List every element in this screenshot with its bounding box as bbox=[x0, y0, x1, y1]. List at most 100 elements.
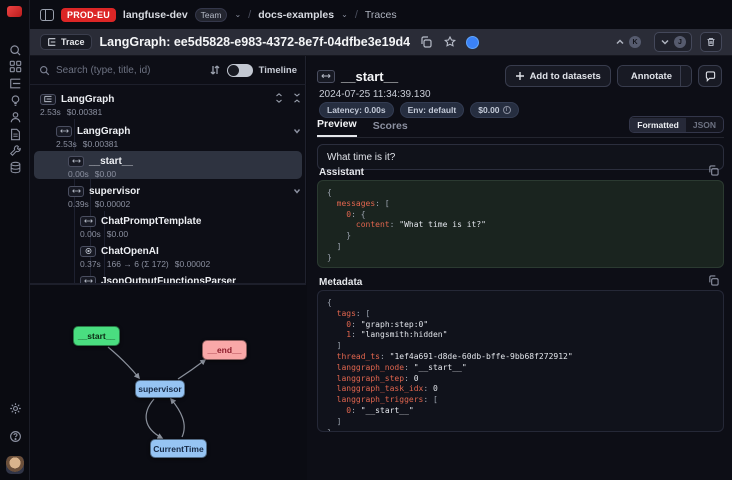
graph-node-supervisor[interactable]: supervisor bbox=[135, 380, 185, 398]
nav-rail bbox=[0, 0, 30, 480]
assistant-output-code[interactable]: { messages: [ 0: { content: "What time i… bbox=[317, 180, 724, 268]
chevron-up-icon bbox=[615, 37, 625, 47]
dashboard-icon[interactable] bbox=[7, 59, 23, 75]
tree-node-LangGraph[interactable]: LangGraph2.53s$0.00381 bbox=[34, 89, 302, 117]
plus-icon bbox=[515, 71, 525, 81]
datasets-icon[interactable] bbox=[7, 160, 23, 176]
collapse-all-icon[interactable] bbox=[292, 93, 302, 106]
graph-view: __start__ __end__ supervisor CurrentTime bbox=[30, 285, 306, 480]
annotate-button-group: Annotate bbox=[617, 65, 692, 87]
code-line: } bbox=[327, 253, 714, 264]
trace-type-icon bbox=[40, 94, 56, 105]
chevron-down-icon[interactable] bbox=[292, 186, 302, 196]
graph-node-end[interactable]: __end__ bbox=[202, 340, 247, 360]
comments-button[interactable] bbox=[698, 65, 722, 87]
tree-node-label: LangGraph bbox=[77, 126, 130, 137]
tree-node-stats: 0.00s$0.00 bbox=[34, 229, 302, 239]
breadcrumb-bar: PROD-EU langfuse-dev Team ⌄ / docs-examp… bbox=[30, 0, 732, 29]
graph-node-start[interactable]: __start__ bbox=[73, 326, 120, 346]
chevron-down-icon[interactable]: ⌄ bbox=[234, 10, 241, 19]
public-share-icon[interactable] bbox=[466, 36, 479, 49]
tree-node-ChatOpenAI[interactable]: ChatOpenAI0.37s166 → 6 (Σ 172)$0.00002 bbox=[34, 241, 302, 269]
annotate-dropdown-button[interactable] bbox=[680, 66, 691, 86]
code-line: ] bbox=[327, 341, 714, 352]
tab-preview[interactable]: Preview bbox=[317, 118, 357, 137]
chevron-down-icon bbox=[660, 37, 670, 47]
code-line: langgraph_triggers: [ bbox=[327, 395, 714, 406]
breadcrumb-org[interactable]: langfuse-dev bbox=[123, 9, 188, 21]
sort-arrows-icon[interactable] bbox=[209, 64, 221, 76]
format-json-button[interactable]: JSON bbox=[686, 118, 723, 132]
observation-title: __start__ bbox=[341, 69, 398, 84]
input-preview-box[interactable]: What time is it? bbox=[317, 144, 724, 170]
trash-icon bbox=[706, 37, 716, 47]
copy-metadata-icon[interactable] bbox=[708, 275, 722, 289]
breadcrumb-section[interactable]: Traces bbox=[365, 9, 397, 21]
metadata-code[interactable]: { tags: [ 0: "graph:step:0" 1: "langsmit… bbox=[317, 290, 724, 432]
span-type-icon bbox=[80, 276, 96, 284]
trace-type-badge: Trace bbox=[40, 34, 92, 50]
tree-node-label: __start__ bbox=[89, 156, 133, 167]
users-icon[interactable] bbox=[7, 109, 23, 125]
shortcut-key-badge: K bbox=[629, 36, 641, 48]
nav-previous-button[interactable]: K bbox=[610, 32, 646, 52]
code-line: langgraph_task_idx: 0 bbox=[327, 384, 714, 395]
tree-node-supervisor[interactable]: supervisor 0.39s$0.00002 bbox=[34, 181, 302, 209]
graph-node-CurrentTime[interactable]: CurrentTime bbox=[150, 439, 207, 458]
environment-badge: PROD-EU bbox=[61, 8, 116, 22]
tracing-icon[interactable] bbox=[7, 76, 23, 92]
code-line: } bbox=[327, 428, 714, 432]
tree-node-label: supervisor bbox=[89, 186, 140, 197]
langfuse-app: PROD-EU langfuse-dev Team ⌄ / docs-examp… bbox=[0, 0, 732, 480]
tree-node-stats: 0.00s$0.00 bbox=[34, 169, 302, 179]
prompts-icon[interactable] bbox=[7, 92, 23, 108]
tree-node-start[interactable]: __start__ 0.00s$0.00 bbox=[34, 151, 302, 179]
search-icon[interactable] bbox=[7, 42, 23, 58]
trace-tree-panel: Timeline LangGraph2.53s$0.00381LangGraph… bbox=[30, 56, 306, 480]
tree-node-LangGraph[interactable]: LangGraph2.53s$0.00381 bbox=[34, 121, 302, 149]
copy-assistant-icon[interactable] bbox=[708, 165, 722, 179]
bookmark-star-icon[interactable] bbox=[442, 34, 458, 50]
help-circle-icon[interactable] bbox=[7, 428, 23, 444]
delete-trace-button[interactable] bbox=[700, 32, 722, 52]
chevron-down-icon[interactable] bbox=[292, 126, 302, 136]
breadcrumb-separator: / bbox=[355, 9, 358, 21]
langfuse-logo-icon[interactable] bbox=[7, 6, 22, 17]
user-avatar[interactable] bbox=[6, 456, 24, 474]
expand-all-icon[interactable] bbox=[274, 93, 284, 106]
code-line: ] bbox=[327, 417, 714, 428]
add-to-datasets-button[interactable]: Add to datasets bbox=[505, 65, 611, 87]
copy-id-icon[interactable] bbox=[418, 34, 434, 50]
chevron-down-icon[interactable]: ⌄ bbox=[341, 10, 348, 19]
code-line: ] bbox=[327, 242, 714, 253]
tools-icon[interactable] bbox=[7, 143, 23, 159]
span-type-icon bbox=[317, 70, 335, 83]
code-line: 0: "__start__" bbox=[327, 406, 714, 417]
comment-bubble-icon bbox=[705, 71, 716, 82]
tree-search-input[interactable] bbox=[56, 65, 186, 76]
metadata-section-label: Metadata bbox=[319, 277, 362, 288]
timeline-toggle[interactable] bbox=[227, 64, 253, 77]
code-line: langgraph_node: "__start__" bbox=[327, 363, 714, 374]
docs-icon[interactable] bbox=[7, 126, 23, 142]
tree-node-label: JsonOutputFunctionsParser bbox=[101, 276, 236, 284]
span-type-icon bbox=[68, 156, 84, 167]
settings-gear-icon[interactable] bbox=[7, 400, 23, 416]
info-icon: i bbox=[503, 106, 511, 114]
observation-detail-panel: __start__ Add to datasets Annotate 2024-… bbox=[307, 56, 732, 480]
tree-node-JsonOutputFunctionsParser[interactable]: JsonOutputFunctionsParser bbox=[34, 271, 302, 283]
sidebar-toggle-icon[interactable] bbox=[40, 9, 54, 21]
tab-scores[interactable]: Scores bbox=[373, 120, 408, 137]
format-formatted-button[interactable]: Formatted bbox=[630, 118, 686, 132]
code-line: { bbox=[327, 188, 714, 199]
breadcrumb-project[interactable]: docs-examples bbox=[258, 9, 334, 21]
code-line: thread_ts: "1ef4a691-d8de-60db-bffe-9bb6… bbox=[327, 352, 714, 363]
tree-node-stats: 0.39s$0.00002 bbox=[34, 199, 302, 209]
annotate-button[interactable]: Annotate bbox=[618, 66, 680, 86]
span-type-icon bbox=[56, 126, 72, 137]
tree-node-ChatPromptTemplate[interactable]: ChatPromptTemplate0.00s$0.00 bbox=[34, 211, 302, 239]
nav-next-button[interactable]: J bbox=[654, 32, 692, 52]
generation-type-icon bbox=[80, 246, 96, 257]
timeline-toggle-label: Timeline bbox=[259, 65, 297, 76]
code-line: langgraph_step: 0 bbox=[327, 374, 714, 385]
